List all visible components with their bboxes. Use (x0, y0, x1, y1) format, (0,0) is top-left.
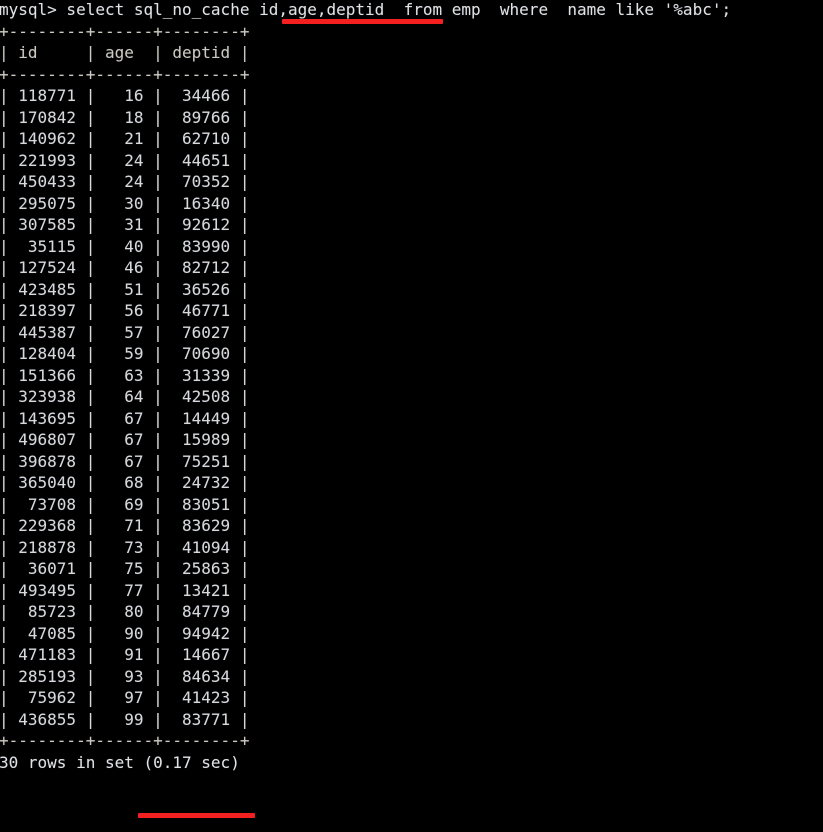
columns-underline-annotation (282, 19, 443, 24)
table-row: | 218878 | 73 | 41094 | (0, 537, 250, 557)
table-row: | 143695 | 67 | 14449 | (0, 408, 250, 428)
table-row: | 75962 | 97 | 41423 | (0, 688, 250, 707)
table-row: | 396878 | 67 | 75251 | (0, 451, 250, 471)
table-row: | 36071 | 75 | 25863 | (0, 559, 250, 578)
table-row: | 323938 | 64 | 42508 | (0, 387, 250, 406)
command-line: mysql> select sql_no_cache id,age,deptid… (0, 0, 732, 19)
table-row: | 436855 | 99 | 83771 | (0, 709, 250, 729)
timing-underline-annotation (138, 813, 255, 818)
table-bottom-border: +--------+------+--------+ (0, 731, 250, 750)
result-status-line: 30 rows in set (0.17 sec) (0, 752, 240, 772)
table-header-border: +--------+------+--------+ (0, 64, 250, 84)
table-row: | 471183 | 91 | 14667 | (0, 645, 250, 664)
table-row: | 218397 | 56 | 46771 | (0, 301, 250, 320)
table-row: | 118771 | 16 | 34466 | (0, 86, 250, 105)
table-row: | 445387 | 57 | 76027 | (0, 322, 250, 342)
table-row: | 127524 | 46 | 82712 | (0, 258, 250, 277)
table-row: | 221993 | 24 | 44651 | (0, 150, 250, 170)
table-row: | 140962 | 21 | 62710 | (0, 129, 250, 148)
table-row: | 295075 | 30 | 16340 | (0, 193, 250, 213)
table-row: | 307585 | 31 | 92612 | (0, 215, 250, 234)
table-row: | 170842 | 18 | 89766 | (0, 107, 250, 127)
table-row: | 128404 | 59 | 70690 | (0, 344, 250, 363)
table-row: | 47085 | 90 | 94942 | (0, 623, 250, 643)
table-top-border: +--------+------+--------+ (0, 21, 250, 41)
terminal-window: mysql> select sql_no_cache id,age,deptid… (0, 0, 823, 832)
table-row: | 229368 | 71 | 83629 | (0, 516, 250, 535)
table-row: | 493495 | 77 | 13421 | (0, 580, 250, 600)
table-row: | 285193 | 93 | 84634 | (0, 666, 250, 686)
table-row: | 365040 | 68 | 24732 | (0, 473, 250, 492)
table-header-row: | id | age | deptid | (0, 43, 250, 62)
table-row: | 151366 | 63 | 31339 | (0, 365, 250, 385)
table-row: | 496807 | 67 | 15989 | (0, 430, 250, 449)
table-row: | 450433 | 24 | 70352 | (0, 172, 250, 191)
table-row: | 35115 | 40 | 83990 | (0, 236, 250, 256)
table-row: | 73708 | 69 | 83051 | (0, 494, 250, 514)
table-row: | 85723 | 80 | 84779 | (0, 602, 250, 621)
table-row: | 423485 | 51 | 36526 | (0, 279, 250, 299)
